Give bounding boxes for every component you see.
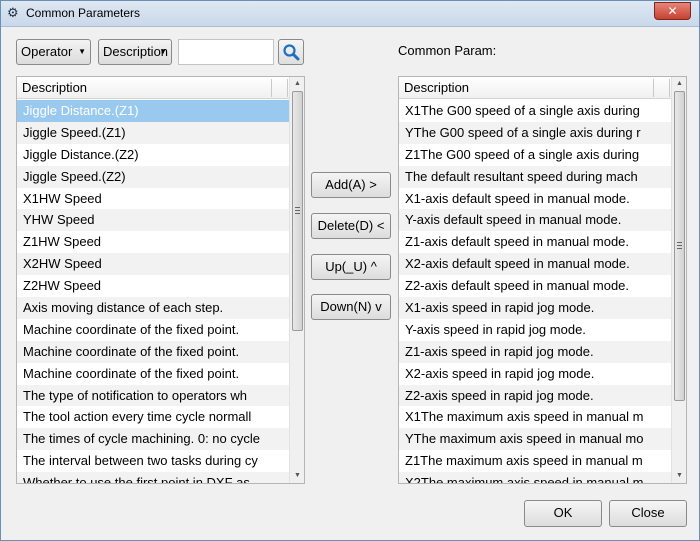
- scrollbar-thumb[interactable]: [674, 91, 685, 401]
- window-title: Common Parameters: [26, 6, 141, 20]
- list-item[interactable]: Z2HW Speed: [17, 275, 289, 297]
- list-item[interactable]: X1The maximum axis speed in manual m: [399, 406, 671, 428]
- list-item[interactable]: X1HW Speed: [17, 188, 289, 210]
- close-icon: ✕: [667, 4, 678, 18]
- right-column-header[interactable]: Description: [399, 77, 671, 99]
- list-item[interactable]: The tool action every time cycle normall: [17, 406, 289, 428]
- column-divider[interactable]: [669, 79, 670, 97]
- list-item[interactable]: X2HW Speed: [17, 253, 289, 276]
- list-item[interactable]: X1-axis speed in rapid jog mode.: [399, 297, 671, 319]
- close-button[interactable]: Close: [609, 500, 687, 527]
- operator-dropdown[interactable]: Operator ▼: [16, 39, 91, 65]
- list-item[interactable]: The times of cycle machining. 0: no cycl…: [17, 428, 289, 451]
- list-item[interactable]: YHW Speed: [17, 209, 289, 232]
- settings-app-icon: ⚙: [7, 5, 19, 20]
- search-button[interactable]: [278, 39, 304, 65]
- left-column-header[interactable]: Description: [17, 77, 289, 99]
- list-item[interactable]: The type of notification to operators wh: [17, 384, 289, 407]
- column-divider[interactable]: [287, 79, 288, 97]
- left-rows: Jiggle Distance.(Z1) Jiggle Speed.(Z1) Jig…: [17, 100, 289, 483]
- operator-dropdown-label: Operator: [21, 44, 73, 59]
- list-item[interactable]: Y-axis default speed in manual mode.: [399, 209, 671, 232]
- delete-button-label: Delete(D) <: [317, 218, 385, 233]
- list-item[interactable]: Z2-axis speed in rapid jog mode.: [399, 384, 671, 407]
- column-divider[interactable]: [653, 79, 654, 97]
- common-parameters-dialog: ⚙ Common Parameters ✕ Operator ▼ Descrip…: [0, 0, 700, 541]
- chevron-down-icon: ▼: [159, 47, 167, 56]
- list-item[interactable]: X2The maximum axis speed in manual m: [399, 472, 671, 483]
- list-item[interactable]: X1-axis default speed in manual mode.: [399, 188, 671, 210]
- move-down-button-label: Down(N) v: [320, 299, 382, 314]
- move-up-button-label: Up(_U) ^: [325, 259, 377, 274]
- move-up-button[interactable]: Up(_U) ^: [311, 254, 391, 280]
- magnifier-icon: [283, 44, 300, 61]
- list-item[interactable]: The interval between two tasks during cy: [17, 450, 289, 472]
- ok-button-label: OK: [553, 505, 573, 520]
- available-parameters-list[interactable]: Description Jiggle Distance.(Z1) Jiggle S…: [16, 76, 305, 484]
- list-item[interactable]: Jiggle Distance.(Z1): [17, 100, 289, 122]
- list-item[interactable]: YThe G00 speed of a single axis during r: [399, 121, 671, 144]
- list-item[interactable]: X1The G00 speed of a single axis during: [399, 100, 671, 122]
- ok-button[interactable]: OK: [524, 500, 602, 527]
- delete-button[interactable]: Delete(D) <: [311, 213, 391, 239]
- move-down-button[interactable]: Down(N) v: [311, 294, 391, 320]
- left-column-header-label: Description: [22, 80, 88, 95]
- grip-icon: [295, 207, 300, 214]
- grip-icon: [677, 242, 682, 249]
- list-item[interactable]: Axis moving distance of each step.: [17, 297, 289, 319]
- scroll-down-arrow-icon[interactable]: ▼: [672, 469, 686, 483]
- window-close-button[interactable]: ✕: [654, 2, 691, 20]
- list-item[interactable]: X2-axis speed in rapid jog mode.: [399, 363, 671, 385]
- column-divider[interactable]: [271, 79, 272, 97]
- common-param-label: Common Param:: [398, 43, 497, 58]
- list-item[interactable]: Z1-axis default speed in manual mode.: [399, 231, 671, 253]
- left-vertical-scrollbar[interactable]: ▲ ▼: [289, 77, 304, 483]
- right-vertical-scrollbar[interactable]: ▲ ▼: [671, 77, 686, 483]
- add-button[interactable]: Add(A) >: [311, 172, 391, 198]
- list-item[interactable]: The default resultant speed during mach: [399, 165, 671, 188]
- list-item[interactable]: Machine coordinate of the fixed point.: [17, 319, 289, 341]
- list-item[interactable]: Y-axis speed in rapid jog mode.: [399, 319, 671, 341]
- scroll-up-arrow-icon[interactable]: ▲: [672, 77, 686, 91]
- list-item[interactable]: Machine coordinate of the fixed point.: [17, 340, 289, 363]
- list-item[interactable]: YThe maximum axis speed in manual mo: [399, 428, 671, 451]
- list-item[interactable]: Z1The maximum axis speed in manual m: [399, 450, 671, 472]
- add-button-label: Add(A) >: [325, 177, 377, 192]
- title-bar[interactable]: ⚙ Common Parameters ✕: [1, 1, 699, 27]
- list-item[interactable]: Z1The G00 speed of a single axis during: [399, 144, 671, 166]
- close-button-label: Close: [631, 505, 665, 520]
- list-item[interactable]: Jiggle Speed.(Z1): [17, 121, 289, 144]
- scroll-down-arrow-icon[interactable]: ▼: [290, 469, 304, 483]
- right-column-header-label: Description: [404, 80, 470, 95]
- list-item[interactable]: Whether to use the first point in DXF as: [17, 472, 289, 483]
- right-rows: X1The G00 speed of a single axis during Y…: [399, 100, 671, 483]
- list-item[interactable]: Z1HW Speed: [17, 231, 289, 253]
- search-input[interactable]: [178, 39, 274, 65]
- list-item[interactable]: Jiggle Speed.(Z2): [17, 165, 289, 188]
- description-dropdown[interactable]: Description ▼: [98, 39, 172, 65]
- chevron-down-icon: ▼: [78, 47, 86, 56]
- list-item[interactable]: Machine coordinate of the fixed point.: [17, 363, 289, 385]
- list-item[interactable]: Z2-axis default speed in manual mode.: [399, 275, 671, 297]
- scroll-up-arrow-icon[interactable]: ▲: [290, 77, 304, 91]
- list-item[interactable]: X2-axis default speed in manual mode.: [399, 253, 671, 276]
- list-item[interactable]: Z1-axis speed in rapid jog mode.: [399, 340, 671, 363]
- common-parameters-list[interactable]: Description X1The G00 speed of a single …: [398, 76, 687, 484]
- list-item[interactable]: Jiggle Distance.(Z2): [17, 144, 289, 166]
- scrollbar-thumb[interactable]: [292, 91, 303, 331]
